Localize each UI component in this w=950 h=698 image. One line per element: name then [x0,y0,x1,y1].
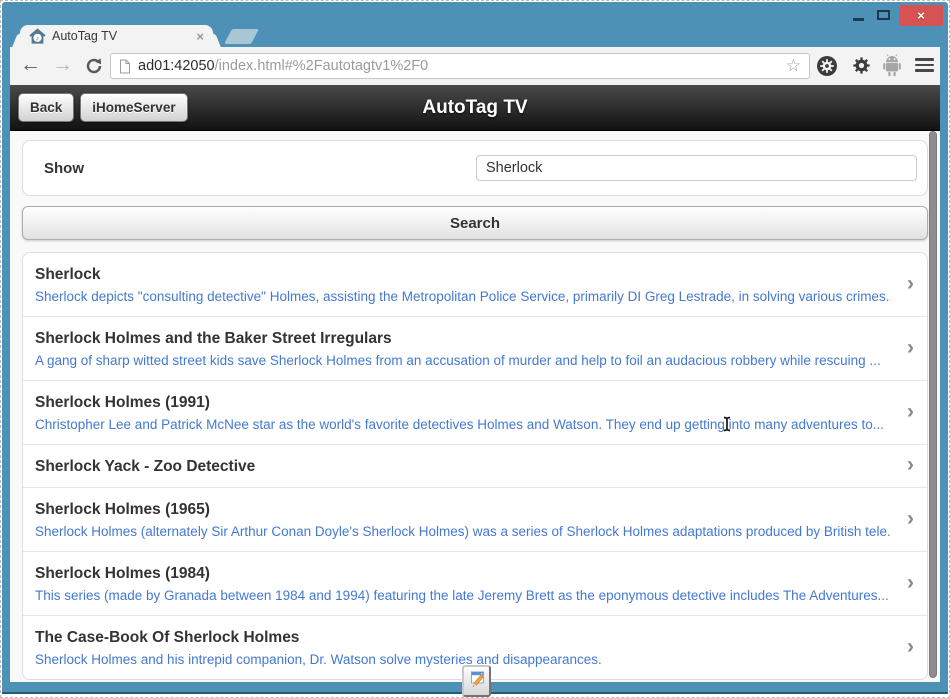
search-button[interactable]: Search [22,206,928,240]
result-row-sherlock-yack[interactable]: Sherlock Yack - Zoo Detective › [23,444,927,487]
forward-icon: → [52,51,73,79]
page-icon [119,59,131,74]
show-label: Show [44,160,84,177]
svg-text:♪: ♪ [36,33,40,42]
back-button[interactable]: Back [18,93,74,122]
tab-title: AutoTag TV [52,29,193,43]
result-row-sherlock-holmes-1991[interactable]: Sherlock Holmes (1991) Christopher Lee a… [23,380,927,444]
result-description: Sherlock depicts "consulting detective" … [35,288,891,305]
url-host: ad01:42050 [138,58,215,74]
chevron-right-icon: › [907,635,914,659]
menu-icon[interactable] [915,58,934,75]
chevron-right-icon: › [907,571,914,595]
chevron-right-icon: › [907,453,914,477]
extension-gear-circle-icon[interactable] [816,55,838,82]
tab-close-icon[interactable]: × [193,30,207,43]
maximize-button[interactable] [877,10,890,20]
result-title: Sherlock Holmes (1991) [35,393,891,412]
result-description: A gang of sharp witted street kids save … [35,352,891,369]
chevron-right-icon: › [907,400,914,424]
result-row-baker-street-irregulars[interactable]: Sherlock Holmes and the Baker Street Irr… [23,316,927,380]
pencil-window-icon [468,670,486,693]
results-list: Sherlock Sherlock depicts "consulting de… [22,252,928,680]
app-header: Back iHomeServer AutoTag TV [10,85,940,131]
result-title: Sherlock Holmes (1965) [35,500,891,519]
result-title: Sherlock Holmes and the Baker Street Irr… [35,329,891,348]
result-row-sherlock[interactable]: Sherlock Sherlock depicts "consulting de… [23,253,927,316]
result-row-sherlock-holmes-1984[interactable]: Sherlock Holmes (1984) This series (made… [23,551,927,615]
android-icon[interactable] [882,54,902,82]
show-form-row: Show [22,140,928,196]
show-input[interactable] [476,155,917,181]
close-icon: × [917,8,925,23]
result-title: The Case-Book Of Sherlock Holmes [35,628,891,647]
chevron-right-icon: › [907,336,914,360]
result-row-sherlock-holmes-1965[interactable]: Sherlock Holmes (1965) Sherlock Holmes (… [23,487,927,551]
url-text: ad01:42050/index.html#%2Fautotagtv1%2F0 [138,58,784,74]
settings-gear-icon[interactable] [851,55,872,81]
browser-window: ♪ AutoTag TV × × ← → ad01:42050/index.ht… [2,2,948,694]
result-title: Sherlock Yack - Zoo Detective [35,457,891,476]
text-cursor [722,416,732,437]
ihomeserver-button[interactable]: iHomeServer [80,93,187,122]
new-tab-button[interactable] [224,29,259,44]
result-description: Sherlock Holmes (alternately Sir Arthur … [35,523,891,540]
result-description: This series (made by Granada between 198… [35,587,891,604]
web-page: Back iHomeServer AutoTag TV Show Search … [10,85,940,682]
chevron-right-icon: › [907,507,914,531]
result-title: Sherlock [35,265,891,284]
address-bar[interactable]: ad01:42050/index.html#%2Fautotagtv1%2F0 … [110,53,810,79]
favicon-home-music-icon: ♪ [29,28,46,44]
minimize-button[interactable] [853,18,864,21]
chevron-right-icon: › [907,272,914,296]
scrollbar-thumb[interactable] [929,131,937,678]
close-window-button[interactable]: × [899,5,943,26]
annotation-tool-button[interactable] [462,665,491,697]
browser-tab[interactable]: ♪ AutoTag TV × [20,25,213,47]
result-description: Christopher Lee and Patrick McNee star a… [35,416,891,433]
reload-icon[interactable] [84,56,104,81]
result-title: Sherlock Holmes (1984) [35,564,891,583]
url-path: /index.html#%2Fautotagtv1%2F0 [215,58,429,74]
page-content: Show Search Sherlock Sherlock depicts "c… [10,131,940,680]
back-icon[interactable]: ← [20,51,41,79]
bookmark-star-icon[interactable]: ☆ [784,56,803,76]
browser-toolbar: ← → ad01:42050/index.html#%2Fautotagtv1%… [10,47,940,85]
